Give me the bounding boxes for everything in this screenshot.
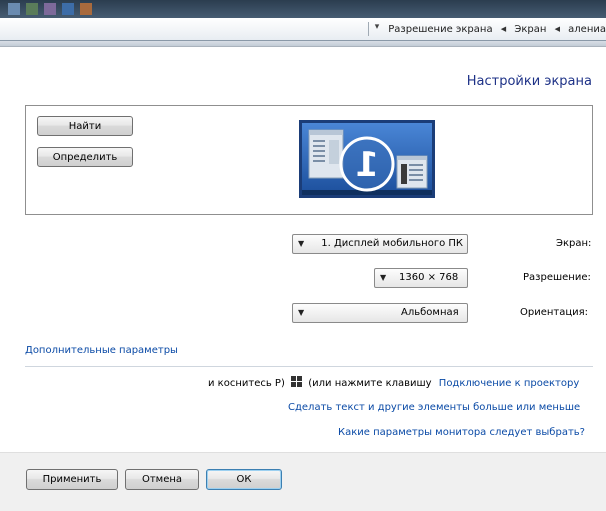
resolution-label: Разрешение:	[523, 272, 591, 283]
ok-button[interactable]: ОК	[206, 469, 282, 490]
resolution-select[interactable]: ▼ 1360 × 768	[374, 268, 468, 288]
resolution-select-value: 1360 × 768	[399, 272, 459, 283]
dropdown-arrow-icon: ▼	[380, 273, 387, 282]
monitor-number: 1	[355, 145, 379, 185]
projector-row: и коснитесь P) (или нажмите клавишу Подк…	[208, 376, 579, 389]
address-bar[interactable]: ▾ Разрешение экрана ◀ Экран ◀ алениа	[0, 18, 606, 41]
help-link[interactable]: Какие параметры монитора следует выбрать…	[338, 427, 585, 438]
text-size-link[interactable]: Сделать текст и другие элементы больше и…	[288, 402, 580, 413]
toolbar	[0, 41, 606, 47]
projector-hint-post: и коснитесь P)	[208, 378, 285, 389]
taskbar-icon[interactable]	[8, 3, 20, 15]
identify-button[interactable]: Определить	[37, 147, 133, 167]
dropdown-arrow-icon: ▼	[298, 308, 305, 317]
monitor-icon[interactable]: 1	[299, 120, 435, 198]
orientation-select[interactable]: ▼ Альбомная	[292, 303, 468, 323]
orientation-label: Ориентация:	[520, 307, 589, 318]
display-select-value: 1. Дисплей мобильного ПК	[321, 238, 463, 249]
breadcrumb-item[interactable]: Разрешение экрана	[388, 24, 492, 35]
projector-link[interactable]: Подключение к проектору	[439, 378, 579, 389]
dropdown-arrow-icon[interactable]: ▾	[368, 22, 385, 36]
taskbar-icon[interactable]	[62, 3, 74, 15]
taskbar-icon[interactable]	[26, 3, 38, 15]
chevron-left-icon[interactable]: ◀	[501, 25, 506, 33]
taskbar-icon[interactable]	[44, 3, 56, 15]
breadcrumb: ▾ Разрешение экрана ◀ Экран ◀ алениа	[364, 22, 606, 36]
breadcrumb-item[interactable]: Экран	[514, 24, 546, 35]
projector-hint-pre: (или нажмите клавишу	[308, 378, 432, 389]
display-label: Экран:	[556, 238, 592, 249]
breadcrumb-item[interactable]: алениа	[568, 24, 606, 35]
monitor-panel: Найти Определить 1	[25, 105, 593, 215]
detect-button[interactable]: Найти	[37, 116, 133, 136]
cancel-button[interactable]: Отмена	[125, 469, 199, 490]
taskbar-icon[interactable]	[80, 3, 92, 15]
window-titlebar	[0, 0, 606, 18]
display-select[interactable]: ▼ 1. Дисплей мобильного ПК	[292, 234, 468, 254]
dropdown-arrow-icon: ▼	[298, 239, 305, 248]
apply-button[interactable]: Применить	[26, 469, 118, 490]
orientation-select-value: Альбомная	[401, 307, 459, 318]
chevron-left-icon[interactable]: ◀	[555, 25, 560, 33]
divider	[25, 366, 593, 367]
windows-key-icon	[291, 376, 303, 387]
page-title: Настройки экрана	[466, 74, 592, 89]
advanced-settings-link[interactable]: Дополнительные параметры	[25, 345, 178, 356]
